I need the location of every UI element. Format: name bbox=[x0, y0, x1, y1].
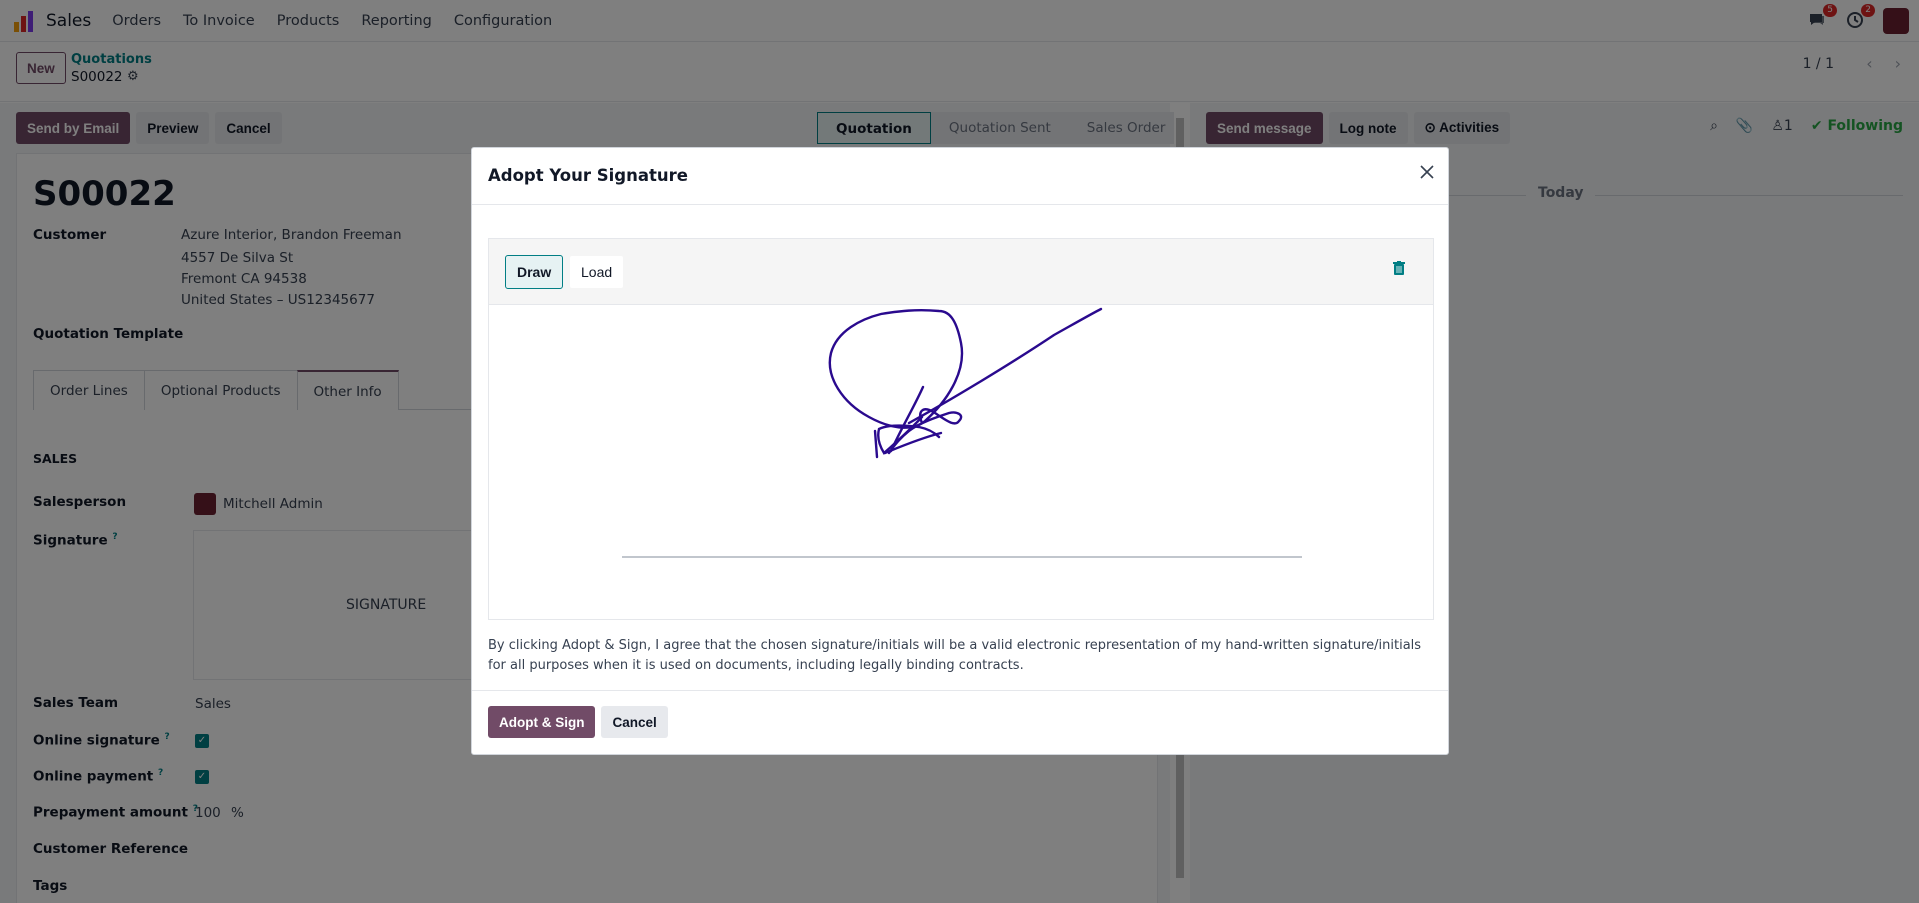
close-icon[interactable] bbox=[1418, 162, 1436, 187]
adopt-and-sign-button[interactable]: Adopt & Sign bbox=[488, 706, 596, 738]
footer-buttons: Adopt & Sign Cancel bbox=[488, 706, 668, 738]
terms-text: By clicking Adopt & Sign, I agree that t… bbox=[488, 638, 1422, 673]
modal-title: Adopt Your Signature bbox=[488, 166, 688, 185]
modal-footer: Adopt & Sign Cancel bbox=[472, 690, 1448, 756]
adopt-signature-dialog: Adopt Your Signature Draw Load By clicki… bbox=[471, 147, 1449, 755]
load-mode-button[interactable]: Load bbox=[569, 255, 625, 289]
signature-canvas[interactable] bbox=[489, 305, 1435, 621]
signature-toolbar: Draw Load bbox=[489, 239, 1433, 305]
draw-mode-button[interactable]: Draw bbox=[505, 255, 564, 289]
modal-header: Adopt Your Signature bbox=[472, 148, 1448, 205]
cancel-button[interactable]: Cancel bbox=[601, 706, 668, 738]
signature-panel: Draw Load bbox=[488, 238, 1434, 620]
signature-drawing bbox=[622, 307, 1302, 558]
trash-icon[interactable] bbox=[1393, 261, 1405, 279]
